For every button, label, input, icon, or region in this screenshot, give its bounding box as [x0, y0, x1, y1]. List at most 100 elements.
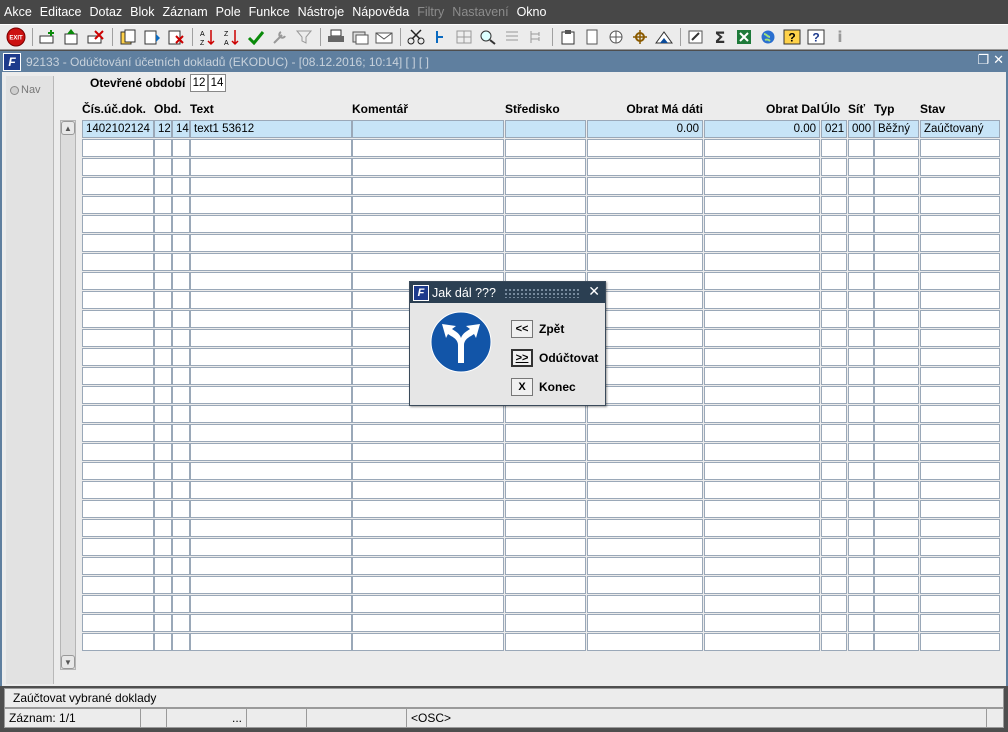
- table-cell-stav[interactable]: [920, 158, 1000, 176]
- table-cell-typ[interactable]: [874, 633, 919, 651]
- table-cell-ulo[interactable]: [821, 481, 847, 499]
- table-cell-obd1[interactable]: [154, 215, 172, 233]
- table-cell-sit[interactable]: [848, 500, 874, 518]
- table-cell-text[interactable]: [190, 614, 352, 632]
- table-cell-doc[interactable]: [82, 557, 154, 575]
- table-cell-komentar[interactable]: [352, 595, 504, 613]
- table-cell-typ[interactable]: [874, 177, 919, 195]
- table-cell-stav[interactable]: [920, 538, 1000, 556]
- table-cell-komentar[interactable]: [352, 196, 504, 214]
- table-cell-stav[interactable]: [920, 367, 1000, 385]
- table-cell-doc[interactable]: [82, 272, 154, 290]
- table-cell-obd1[interactable]: [154, 253, 172, 271]
- table-cell-stredisko[interactable]: [505, 462, 586, 480]
- table-cell-text[interactable]: [190, 367, 352, 385]
- table-cell-obd1[interactable]: [154, 595, 172, 613]
- table-cell-stredisko[interactable]: [505, 234, 586, 252]
- table-cell-ulo[interactable]: [821, 348, 847, 366]
- sigma-button[interactable]: Σ: [710, 27, 730, 47]
- table-cell-obd2[interactable]: [172, 405, 190, 423]
- table-cell-obd2[interactable]: 14: [172, 120, 190, 138]
- table-cell-doc[interactable]: [82, 633, 154, 651]
- table-cell-dal[interactable]: [704, 196, 820, 214]
- table-cell-ulo[interactable]: [821, 272, 847, 290]
- table-cell-ulo[interactable]: [821, 595, 847, 613]
- cut-button[interactable]: [406, 27, 426, 47]
- table-cell-typ[interactable]: [874, 158, 919, 176]
- table-cell-stav[interactable]: [920, 272, 1000, 290]
- table-cell-komentar[interactable]: [352, 633, 504, 651]
- table-cell-ulo[interactable]: [821, 500, 847, 518]
- table-cell-stav[interactable]: [920, 443, 1000, 461]
- table-cell-komentar[interactable]: [352, 424, 504, 442]
- table-cell-ulo[interactable]: [821, 538, 847, 556]
- table-cell-obd1[interactable]: [154, 386, 172, 404]
- table-cell-typ[interactable]: [874, 291, 919, 309]
- menu-okno[interactable]: Okno: [517, 5, 547, 19]
- table-cell-text[interactable]: text1 53612: [190, 120, 352, 138]
- table-cell-stav[interactable]: [920, 386, 1000, 404]
- table-cell-sit[interactable]: [848, 139, 874, 157]
- table-cell-obd1[interactable]: [154, 424, 172, 442]
- table-cell-md[interactable]: [587, 253, 703, 271]
- table-cell-dal[interactable]: [704, 405, 820, 423]
- table-cell-text[interactable]: [190, 348, 352, 366]
- table-cell-doc[interactable]: [82, 367, 154, 385]
- table-cell-dal[interactable]: [704, 139, 820, 157]
- table-cell-typ[interactable]: [874, 462, 919, 480]
- table-cell-md[interactable]: [587, 538, 703, 556]
- table-cell-obd1[interactable]: [154, 177, 172, 195]
- table-cell-ulo[interactable]: [821, 215, 847, 233]
- table-cell-ulo[interactable]: [821, 424, 847, 442]
- table-cell-sit[interactable]: [848, 386, 874, 404]
- scroll-down-icon[interactable]: ▼: [61, 655, 75, 669]
- tree-button[interactable]: [526, 27, 546, 47]
- table-cell-doc[interactable]: [82, 386, 154, 404]
- table-cell-komentar[interactable]: [352, 500, 504, 518]
- end-button[interactable]: X: [511, 378, 533, 396]
- table-cell-stav[interactable]: [920, 614, 1000, 632]
- info-button[interactable]: i: [830, 27, 850, 47]
- table-cell-obd2[interactable]: [172, 291, 190, 309]
- table-cell-obd2[interactable]: [172, 329, 190, 347]
- table-cell-sit[interactable]: [848, 633, 874, 651]
- table-cell-ulo[interactable]: [821, 177, 847, 195]
- table-cell-text[interactable]: [190, 557, 352, 575]
- table-cell-text[interactable]: [190, 329, 352, 347]
- table-cell-doc[interactable]: [82, 158, 154, 176]
- table-cell-obd1[interactable]: [154, 196, 172, 214]
- table-cell-sit[interactable]: [848, 158, 874, 176]
- table-cell-komentar[interactable]: [352, 405, 504, 423]
- table-cell-text[interactable]: [190, 462, 352, 480]
- table-cell-komentar[interactable]: [352, 614, 504, 632]
- table-cell-typ[interactable]: [874, 595, 919, 613]
- table-cell-dal[interactable]: [704, 177, 820, 195]
- table-cell-sit[interactable]: [848, 329, 874, 347]
- table-cell-stav[interactable]: [920, 405, 1000, 423]
- table-cell-sit[interactable]: [848, 348, 874, 366]
- period-to-field[interactable]: 14: [208, 74, 226, 92]
- table-cell-md[interactable]: [587, 614, 703, 632]
- menu-pole[interactable]: Pole: [216, 5, 241, 19]
- table-cell-typ[interactable]: [874, 215, 919, 233]
- table-cell-doc[interactable]: [82, 196, 154, 214]
- table-cell-doc[interactable]: [82, 424, 154, 442]
- table-cell-typ[interactable]: [874, 500, 919, 518]
- table-cell-sit[interactable]: [848, 576, 874, 594]
- table-cell-obd2[interactable]: [172, 272, 190, 290]
- table-cell-stav[interactable]: [920, 557, 1000, 575]
- table-cell-obd1[interactable]: [154, 234, 172, 252]
- table-cell-typ[interactable]: [874, 310, 919, 328]
- table-cell-md[interactable]: [587, 234, 703, 252]
- table-cell-md[interactable]: [587, 405, 703, 423]
- table-cell-obd1[interactable]: [154, 367, 172, 385]
- table-cell-doc[interactable]: [82, 310, 154, 328]
- table-cell-sit[interactable]: [848, 215, 874, 233]
- table-cell-typ[interactable]: [874, 481, 919, 499]
- table-cell-stredisko[interactable]: [505, 158, 586, 176]
- table-cell-ulo[interactable]: [821, 614, 847, 632]
- table-cell-typ[interactable]: [874, 234, 919, 252]
- table-cell-obd1[interactable]: 12: [154, 120, 172, 138]
- table-cell-obd1[interactable]: [154, 329, 172, 347]
- table-cell-text[interactable]: [190, 253, 352, 271]
